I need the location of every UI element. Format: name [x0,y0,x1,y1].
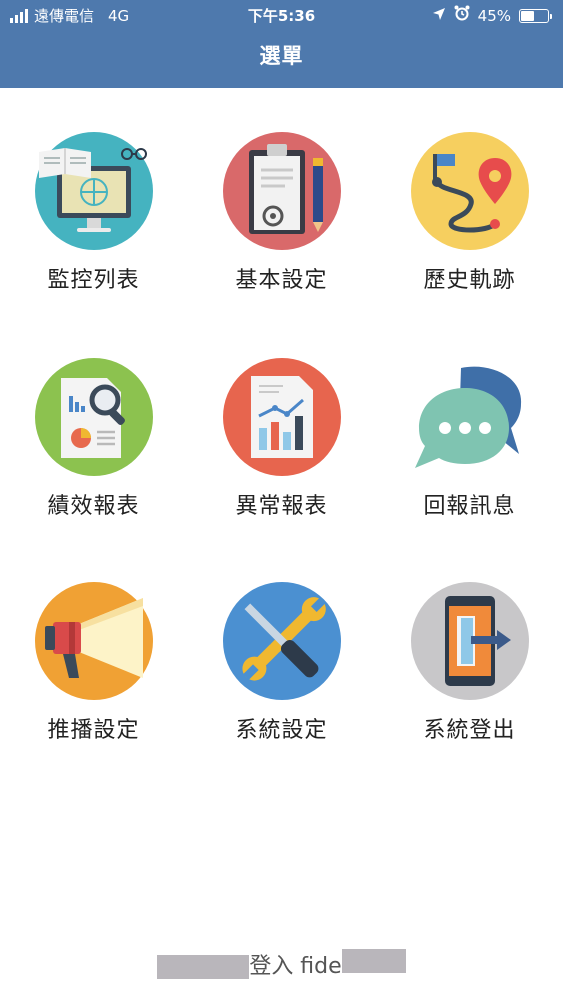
location-arrow-icon [432,4,446,28]
report-magnifier-icon [35,358,153,476]
clipboard-settings-icon [223,132,341,250]
phone-logout-icon [411,582,529,700]
menu-item-system-settings[interactable]: 系統設定 [188,582,375,752]
login-status: 登入 fide [0,948,563,980]
menu-item-label: 系統登出 [423,718,516,743]
chat-bubbles-icon [411,358,529,476]
menu-item-push-settings[interactable]: 推播設定 [0,582,187,752]
route-map-pin-icon [411,132,529,250]
menu-item-abnormal-report[interactable]: 異常報表 [188,358,375,528]
wrench-screwdriver-icon [223,582,341,700]
megaphone-icon [35,582,153,700]
redacted-block [157,955,250,979]
alarm-clock-icon [454,4,470,28]
menu-item-performance-report[interactable]: 績效報表 [0,358,187,528]
menu-item-label: 系統設定 [235,718,328,743]
battery-icon [519,9,552,23]
menu-item-label: 推播設定 [47,718,140,743]
menu-item-label: 異常報表 [235,494,328,519]
menu-item-label: 歷史軌跡 [423,268,516,293]
menu-item-system-logout[interactable]: 系統登出 [376,582,563,752]
menu-item-report-message[interactable]: 回報訊息 [376,358,563,528]
bar-chart-document-icon [223,358,341,476]
menu-item-label: 績效報表 [47,494,140,519]
redacted-block [341,949,406,973]
menu-item-label: 基本設定 [235,268,328,293]
menu-item-monitor-list[interactable]: 監控列表 [0,132,187,302]
computer-monitor-icon [35,132,153,250]
battery-percent: 45% [477,7,511,25]
status-bar: 遠傳電信 4G 下午5:36 45% [0,4,563,28]
page-title: 選單 [259,44,304,68]
app-header: 遠傳電信 4G 下午5:36 45% 選單 [0,0,563,88]
menu-item-label: 回報訊息 [423,494,516,519]
menu-item-label: 監控列表 [47,268,140,293]
login-text: 登入 fide [249,954,342,979]
menu-item-history-track[interactable]: 歷史軌跡 [376,132,563,302]
menu-item-basic-settings[interactable]: 基本設定 [188,132,375,302]
